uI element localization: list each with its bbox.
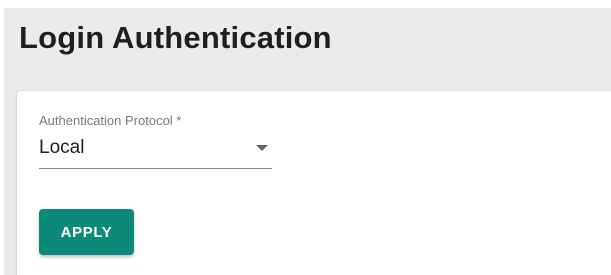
page-title: Login Authentication [19,20,332,55]
authentication-protocol-label: Authentication Protocol * [39,113,182,128]
dropdown-arrow-icon[interactable] [256,145,268,151]
select-underline [39,168,272,169]
authentication-protocol-value: Local [39,137,85,158]
page-container: Login Authentication Authentication Prot… [4,8,611,275]
authentication-protocol-select[interactable]: Authentication Protocol * Local [39,113,272,171]
settings-card: Authentication Protocol * Local APPLY [17,91,611,275]
apply-button[interactable]: APPLY [39,209,134,255]
